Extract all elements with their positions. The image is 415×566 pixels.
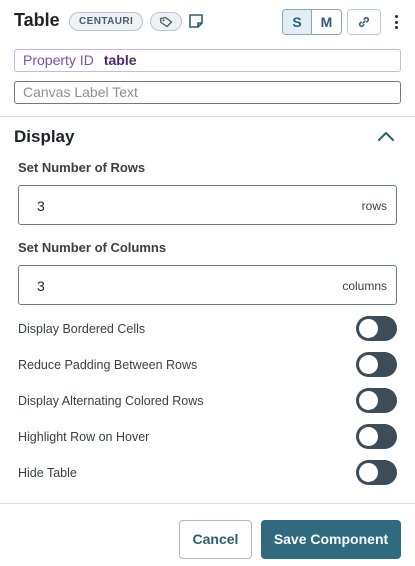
toggle-row-highlight-hover: Highlight Row on Hover — [18, 424, 397, 450]
tag-button[interactable] — [150, 12, 182, 31]
alternating-rows-toggle[interactable] — [356, 388, 397, 413]
cancel-button[interactable]: Cancel — [179, 520, 252, 559]
property-id-label: Property ID — [23, 52, 94, 68]
size-toggle: S M — [282, 9, 342, 35]
rows-value: 3 — [37, 198, 45, 214]
rows-input[interactable]: 3 rows — [18, 185, 397, 225]
toggle-row-reduce-padding: Reduce Padding Between Rows — [18, 352, 397, 378]
size-s-button[interactable]: S — [283, 10, 312, 34]
display-section-title: Display — [14, 127, 75, 146]
canvas-label-input[interactable] — [23, 84, 400, 100]
canvas-label-field[interactable] — [14, 81, 401, 104]
property-id-value: table — [103, 52, 137, 68]
toggle-label: Display Alternating Colored Rows — [18, 394, 204, 408]
note-icon[interactable] — [188, 13, 204, 29]
property-id-field: Property ID table — [14, 49, 401, 72]
toggle-label: Reduce Padding Between Rows — [18, 358, 198, 372]
highlight-hover-toggle[interactable] — [356, 424, 397, 449]
columns-unit: columns — [342, 279, 387, 293]
footer-divider — [0, 503, 415, 504]
save-component-button[interactable]: Save Component — [261, 520, 401, 559]
rows-label: Set Number of Rows — [18, 160, 146, 175]
toggle-row-bordered-cells: Display Bordered Cells — [18, 316, 397, 342]
toggle-row-hide-table: Hide Table — [18, 460, 397, 486]
bordered-cells-toggle[interactable] — [356, 316, 397, 341]
toggle-label: Hide Table — [18, 466, 77, 480]
kebab-menu-icon[interactable] — [389, 11, 403, 33]
link-button[interactable] — [347, 9, 381, 35]
chevron-up-icon[interactable] — [376, 129, 396, 143]
panel-header: Table CENTAURI S M — [0, 0, 415, 44]
rows-unit: rows — [361, 199, 387, 213]
divider — [0, 116, 415, 117]
component-title: Table — [14, 10, 60, 30]
toggle-label: Display Bordered Cells — [18, 322, 146, 336]
hide-table-toggle[interactable] — [356, 460, 397, 485]
link-icon — [358, 16, 370, 28]
tag-icon — [159, 16, 173, 27]
reduce-padding-toggle[interactable] — [356, 352, 397, 377]
centauri-badge: CENTAURI — [69, 12, 144, 31]
columns-value: 3 — [37, 278, 45, 294]
toggle-row-alternating-rows: Display Alternating Colored Rows — [18, 388, 397, 414]
columns-input[interactable]: 3 columns — [18, 265, 397, 305]
columns-label: Set Number of Columns — [18, 240, 167, 255]
toggle-label: Highlight Row on Hover — [18, 430, 150, 444]
size-m-button[interactable]: M — [312, 10, 341, 34]
